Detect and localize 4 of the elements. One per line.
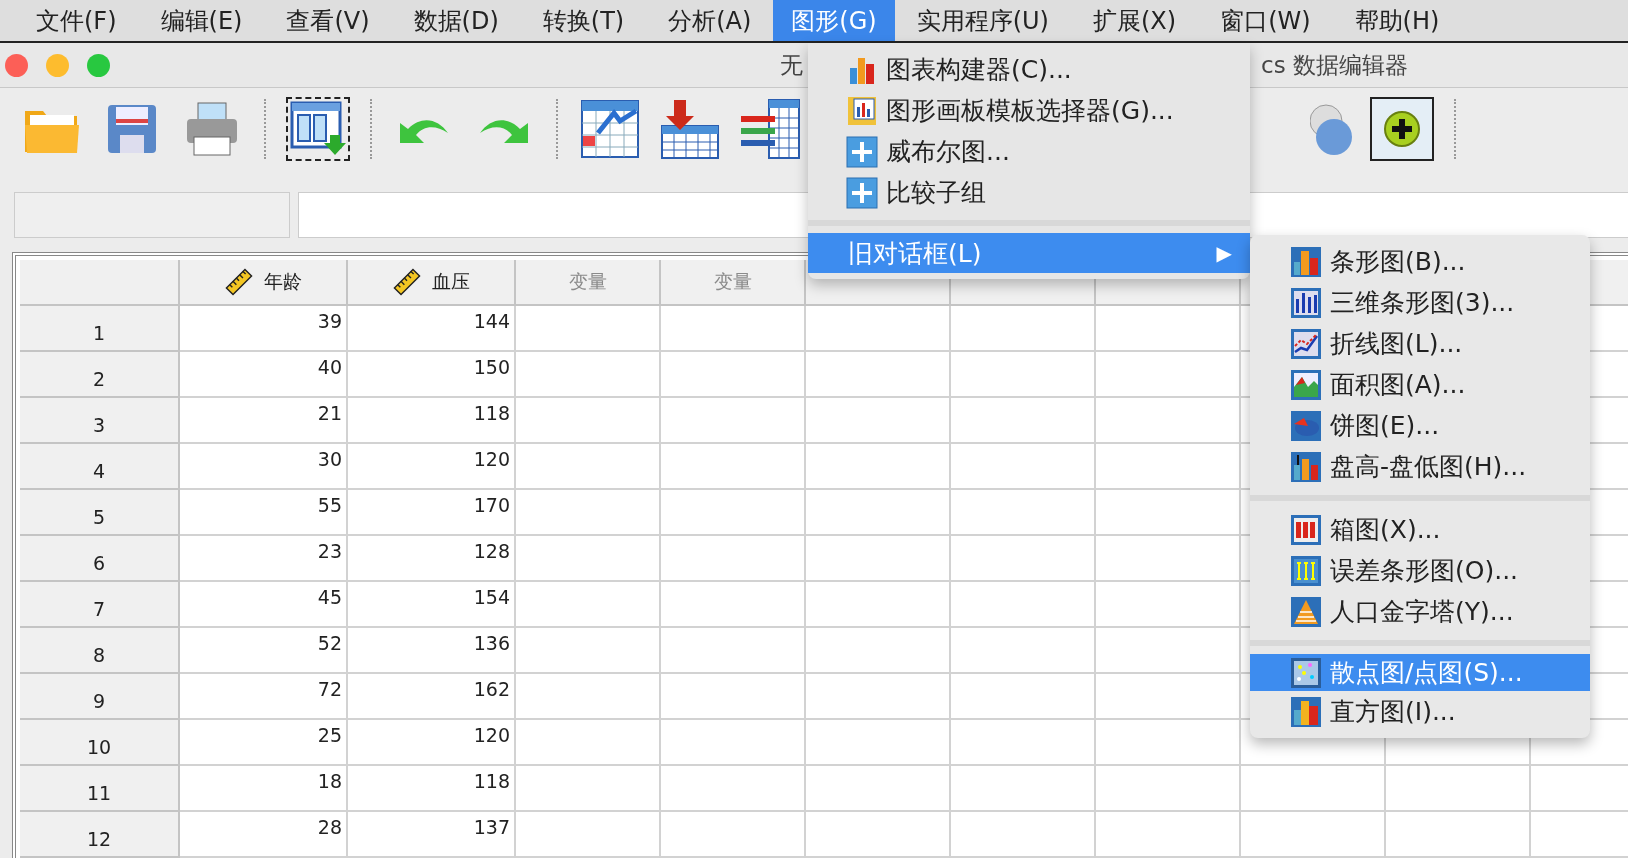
column-header-label: 血压: [432, 269, 470, 294]
window-title: cs 数据编辑器: [1261, 50, 1408, 80]
column-header-label: 年龄: [264, 269, 302, 294]
window-title: 无: [780, 50, 803, 80]
